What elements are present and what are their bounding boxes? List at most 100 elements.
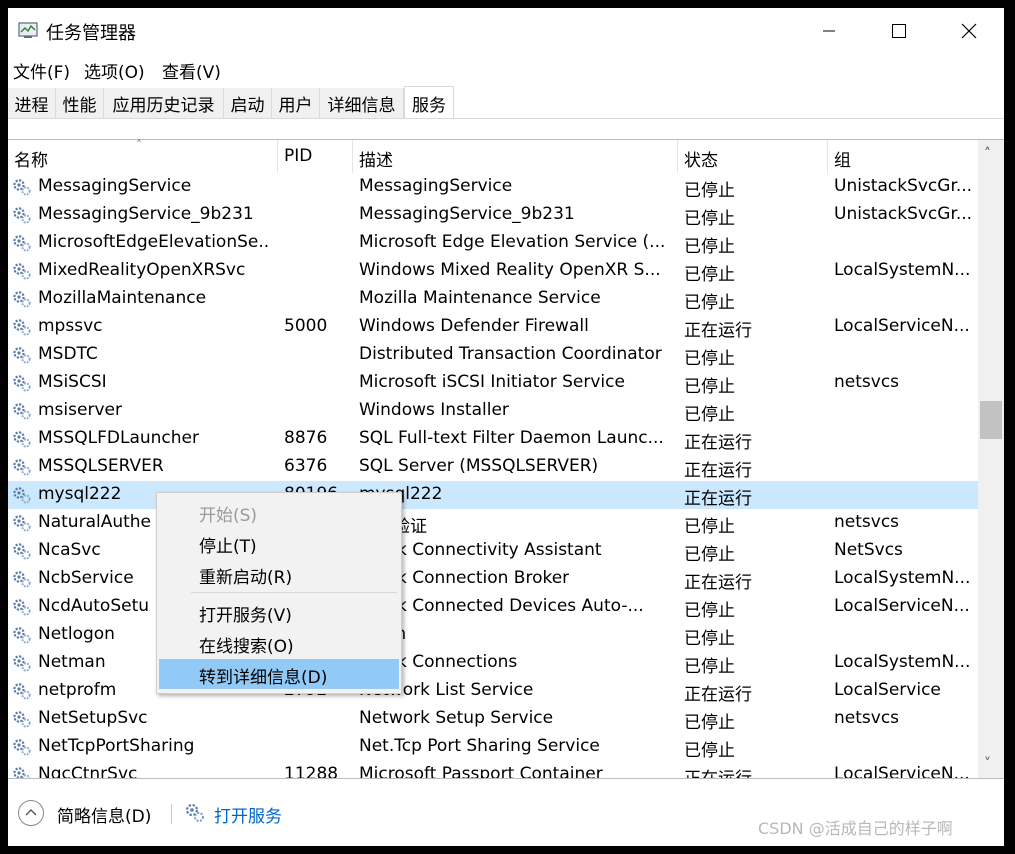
service-group: netsvcs [834, 512, 900, 532]
column-name[interactable]: 名称 [14, 146, 48, 171]
table-row[interactable]: MSDTC Distributed Transaction Coordinator… [8, 341, 978, 369]
column-status[interactable]: 状态 [684, 146, 718, 171]
service-status: 正在运行 [684, 433, 752, 453]
ctx-go-to-details-label: 转到详细信息(D) [199, 668, 328, 688]
fewer-details-label[interactable]: 简略信息(D) [57, 802, 151, 827]
table-row[interactable]: MSiSCSI Microsoft iSCSI Initiator Service… [8, 369, 978, 397]
table-row[interactable]: NetSetupSvc Network Setup Service 已停止 netsv… [8, 705, 978, 733]
service-gear-icon [13, 319, 31, 336]
open-services-link[interactable]: 打开服务 [214, 802, 282, 827]
service-group: UnistackSvcGr... [834, 204, 973, 224]
maximize-button[interactable] [864, 8, 934, 54]
table-row[interactable]: netprofm2792Network List Service正在运行Loca… [8, 677, 978, 705]
service-pid: 6376 [284, 456, 328, 476]
table-row[interactable]: MessagingService_9b231 MessagingService_9… [8, 201, 978, 229]
table-row[interactable]: MessagingService MessagingService 已停止 Unist… [8, 173, 978, 201]
service-name: Netlogon [38, 624, 115, 644]
table-row[interactable]: MixedRealityOpenXRSvc Windows Mixed Reali… [8, 257, 978, 285]
tab-performance[interactable]: 性能 [56, 88, 104, 118]
service-gear-icon [13, 571, 31, 588]
table-row[interactable]: NcdAutoSetu twork Connected Devices Auto-… [8, 593, 978, 621]
table-row[interactable]: NetTcpPortSharing Net.Tcp Port Sharing Se… [8, 733, 978, 761]
column-header: ˄ 名称 PID 描述 状态 组 [8, 138, 978, 173]
tab-services[interactable]: 服务 [404, 86, 454, 119]
service-group: LocalServiceN... [834, 316, 970, 336]
service-gear-icon [13, 487, 31, 504]
tab-startup[interactable]: 启动 [224, 88, 272, 118]
table-row[interactable]: MozillaMaintenance Mozilla Maintenance Se… [8, 285, 978, 313]
service-name: msiserver [38, 400, 122, 420]
column-divider[interactable] [352, 140, 353, 173]
table-row[interactable]: NcaSvc twork Connectivity Assistant 已停止 Net… [8, 537, 978, 565]
service-group: UnistackSvcGr... [834, 176, 973, 196]
ctx-go-to-details[interactable]: 转到详细信息(D) [159, 659, 399, 689]
column-divider[interactable] [277, 140, 278, 173]
service-status: 已停止 [684, 181, 735, 201]
service-name: MicrosoftEdgeElevationSe... [38, 232, 270, 252]
service-name: MessagingService [38, 176, 192, 196]
service-name: MSDTC [38, 344, 98, 364]
service-name: NaturalAuthe [38, 512, 152, 532]
table-row[interactable]: NcbService twork Connection Broker 正在运行 Loc… [8, 565, 978, 593]
fewer-details-button[interactable] [18, 800, 44, 826]
close-button[interactable] [934, 8, 1004, 54]
service-status: 已停止 [684, 713, 735, 733]
minimize-button[interactable] [794, 8, 864, 54]
service-status: 已停止 [684, 545, 735, 565]
footer-divider [171, 804, 172, 824]
service-description: Mozilla Maintenance Service [359, 288, 601, 308]
service-description: MessagingService [359, 176, 513, 196]
ctx-search-online[interactable]: 在线搜索(O) [159, 628, 399, 658]
column-divider[interactable] [677, 140, 678, 173]
ctx-start[interactable]: 开始(S) [159, 497, 399, 527]
tab-details[interactable]: 详细信息 [320, 88, 404, 118]
scroll-down-icon[interactable]: ˅ [984, 756, 991, 772]
service-gear-icon [13, 235, 31, 252]
tab-users[interactable]: 用户 [272, 88, 320, 118]
table-row[interactable]: MSSQLSERVER 6376 SQL Server (MSSQLSERVER) 正… [8, 453, 978, 481]
vertical-scrollbar[interactable]: ˄ ˅ [978, 140, 1004, 778]
table-row[interactable]: NgcCtnrSvc 11288 Microsoft Passport Contai… [8, 761, 978, 778]
service-gear-icon [13, 515, 31, 532]
service-description: Windows Defender Firewall [359, 316, 589, 336]
tab-app-history[interactable]: 应用历史记录 [104, 88, 224, 118]
service-gear-icon [13, 431, 31, 448]
ctx-restart[interactable]: 重新启动(R) [159, 559, 399, 589]
service-gear-icon [13, 179, 31, 196]
ctx-open-services[interactable]: 打开服务(V) [159, 597, 399, 627]
menu-view[interactable]: 查看(V) [162, 58, 221, 83]
title-bar[interactable]: 任务管理器 [8, 8, 1004, 54]
table-row[interactable]: MicrosoftEdgeElevationSe... Microsoft Edg… [8, 229, 978, 257]
table-row[interactable]: MSSQLFDLauncher 8876 SQL Full-text Filter … [8, 425, 978, 453]
maximize-icon [892, 24, 906, 38]
menu-file[interactable]: 文件(F) [13, 58, 70, 83]
service-description: Distributed Transaction Coordinator [359, 344, 662, 364]
tab-processes[interactable]: 进程 [8, 88, 56, 118]
table-row-selected[interactable]: mysql22280196mysql222正在运行 [8, 481, 978, 509]
service-name: mpssvc [38, 316, 103, 336]
scroll-up-icon[interactable]: ˄ [984, 146, 991, 162]
scrollbar-thumb[interactable] [980, 401, 1002, 439]
service-name: Netman [38, 652, 106, 672]
table-row[interactable]: msiserver Windows Installer 已停止 [8, 397, 978, 425]
ctx-start-label: 开始(S) [199, 506, 258, 526]
service-status: 已停止 [684, 377, 735, 397]
table-row[interactable]: mpssvc 5000 Windows Defender Firewall 正在运行 L… [8, 313, 978, 341]
table-row[interactable]: Netman twork Connections 已停止 LocalSystemN..… [8, 649, 978, 677]
column-group[interactable]: 组 [834, 146, 851, 171]
service-gear-icon [13, 599, 31, 616]
column-description[interactable]: 描述 [359, 146, 393, 171]
menu-options[interactable]: 选项(O) [84, 58, 145, 83]
table-row[interactable]: NaturalAuthe身份验证已停止netsvcs [8, 509, 978, 537]
column-pid[interactable]: PID [284, 146, 312, 166]
service-group: LocalSystemN... [834, 652, 971, 672]
table-row[interactable]: Netlogonlogon已停止 [8, 621, 978, 649]
service-gear-icon [13, 627, 31, 644]
ctx-search-online-label: 在线搜索(O) [199, 637, 294, 657]
service-name: mysql222 [38, 484, 122, 504]
service-status: 已停止 [684, 405, 735, 425]
service-name: MozillaMaintenance [38, 288, 207, 308]
service-name: MessagingService_9b231 [38, 204, 254, 224]
column-divider[interactable] [827, 140, 828, 173]
ctx-stop[interactable]: 停止(T) [159, 528, 399, 558]
